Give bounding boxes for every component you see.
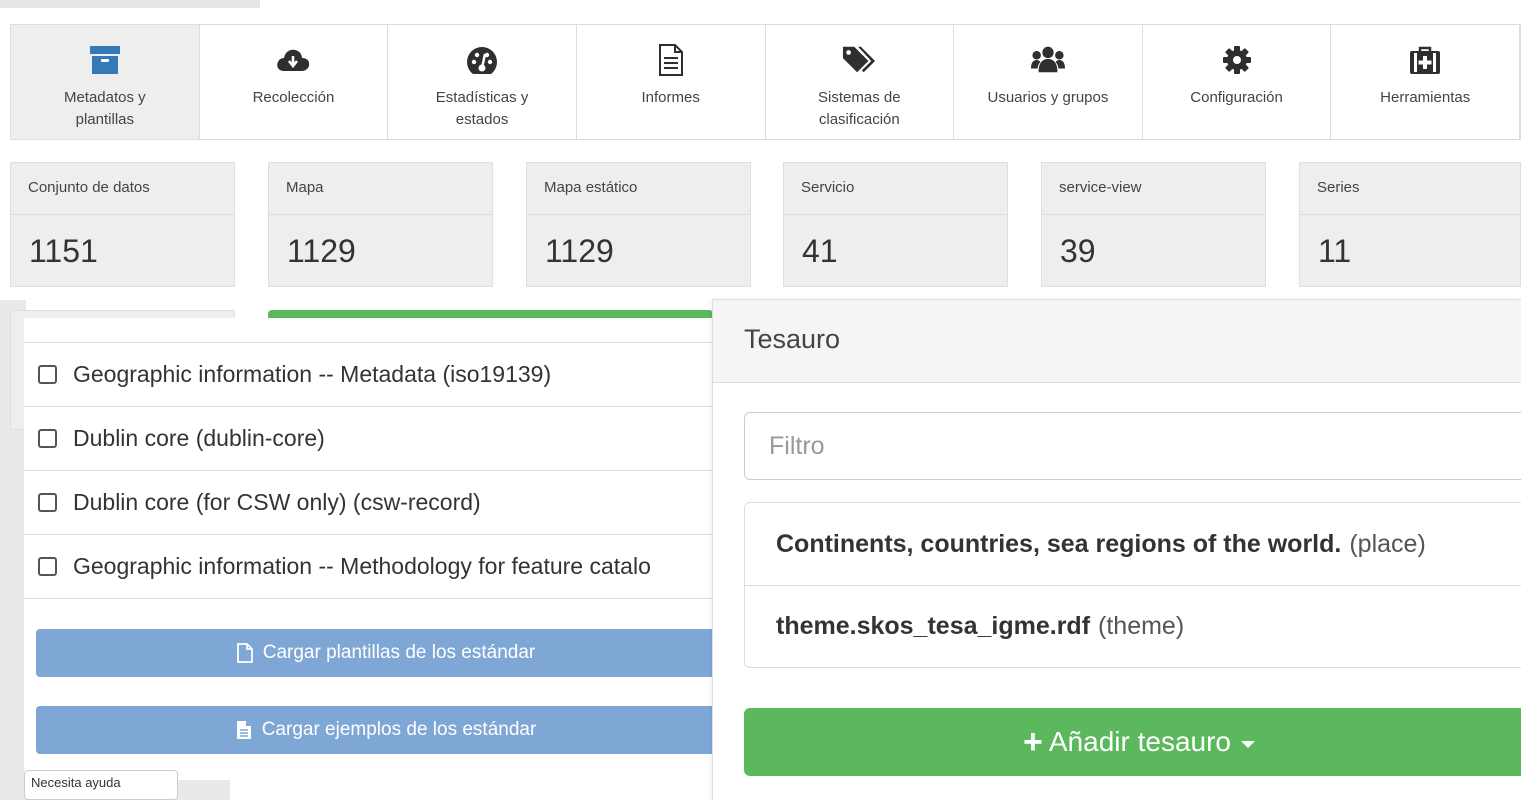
help-button[interactable]: Necesita ayuda (24, 770, 178, 800)
stat-value: 1151 (29, 233, 98, 269)
stat-label: Conjunto de datos (11, 163, 234, 215)
plus-icon: + (1023, 723, 1043, 761)
standard-checkbox[interactable] (38, 429, 57, 448)
thesaurus-list: Continents, countries, sea regions of th… (744, 502, 1521, 668)
stat-card-service[interactable]: Servicio 41 (783, 162, 1008, 287)
stat-label: service-view (1042, 163, 1265, 215)
stat-label: Servicio (784, 163, 1007, 215)
stat-value: 11 (1318, 233, 1352, 269)
nav-label: Usuarios y grupos (987, 89, 1109, 106)
nav-item-tools[interactable]: Herramientas (1331, 25, 1520, 139)
load-templates-button[interactable]: Cargar plantillas de los estándar (36, 629, 712, 677)
stat-value: 41 (802, 233, 838, 269)
load-templates-label: Cargar plantillas de los estándar (262, 642, 536, 663)
nav-item-harvesting[interactable]: Recolección (200, 25, 389, 139)
nav-item-settings[interactable]: Configuración (1143, 25, 1332, 139)
stat-label: Series (1300, 163, 1520, 215)
tags-icon (842, 43, 876, 77)
standard-item[interactable]: Geographic information -- Metadata (iso1… (24, 343, 712, 407)
standard-label: Dublin core (dublin-core) (73, 425, 325, 451)
load-examples-label: Cargar ejemplos de los estándar (261, 719, 537, 740)
file-icon (236, 720, 252, 740)
filter-input[interactable] (744, 412, 1521, 480)
standards-panel: Geographic information -- Metadata (iso1… (24, 318, 712, 780)
stat-card-series[interactable]: Series 11 (1299, 162, 1521, 287)
nav-label: Sistemas de clasificación (818, 89, 901, 128)
stat-card-map[interactable]: Mapa 1129 (268, 162, 493, 287)
standard-item[interactable]: Geographic information -- Methodology fo… (24, 535, 712, 599)
standard-label: Geographic information -- Metadata (iso1… (73, 361, 552, 387)
stat-card-dataset[interactable]: Conjunto de datos 1151 (10, 162, 235, 287)
stat-value: 1129 (287, 233, 356, 269)
load-examples-button[interactable]: Cargar ejemplos de los estándar (36, 706, 712, 754)
archive-icon (88, 43, 122, 77)
stat-label: Mapa estático (527, 163, 750, 215)
thesaurus-name: theme.skos_tesa_igme.rdf (776, 612, 1091, 640)
users-icon (1030, 43, 1065, 77)
add-thesaurus-label: Añadir tesauro (1048, 726, 1231, 757)
panel-title: Tesauro (713, 300, 1521, 383)
standard-checkbox[interactable] (38, 493, 57, 512)
nav-item-classification[interactable]: Sistemas de clasificación (766, 25, 955, 139)
nav-label: Recolección (252, 89, 335, 106)
nav-item-reports[interactable]: Informes (577, 25, 766, 139)
cloud-download-icon (276, 43, 310, 77)
stat-label: Mapa (269, 163, 492, 215)
thesaurus-item[interactable]: theme.skos_tesa_igme.rdf (theme) (745, 585, 1521, 667)
dashboard-icon (465, 43, 499, 77)
thesaurus-type: (place) (1349, 529, 1426, 558)
nav-item-users-groups[interactable]: Usuarios y grupos (954, 25, 1143, 139)
standard-item[interactable]: Dublin core (for CSW only) (csw-record) (24, 471, 712, 535)
add-thesaurus-button[interactable]: + Añadir tesauro (744, 708, 1521, 776)
stat-value: 1129 (545, 233, 614, 269)
standards-list: Geographic information -- Metadata (iso1… (24, 342, 712, 599)
nav-label: Estadísticas y estados (435, 89, 529, 128)
nav-label: Configuración (1190, 89, 1283, 106)
nav-label: Herramientas (1380, 89, 1471, 106)
thesaurus-name: Continents, countries, sea regions of th… (776, 529, 1342, 558)
caret-down-icon (1240, 740, 1255, 748)
thesaurus-type: (theme) (1098, 612, 1185, 640)
stat-card-static-map[interactable]: Mapa estático 1129 (526, 162, 751, 287)
file-outline-icon (236, 643, 253, 663)
standard-label: Dublin core (for CSW only) (csw-record) (73, 489, 481, 515)
standard-checkbox[interactable] (38, 365, 57, 384)
file-text-icon (654, 43, 688, 77)
gear-icon (1220, 43, 1254, 77)
stat-card-service-view[interactable]: service-view 39 (1041, 162, 1266, 287)
help-label: Necesita ayuda (31, 775, 121, 790)
thesaurus-item[interactable]: Continents, countries, sea regions of th… (745, 503, 1521, 585)
admin-nav: Metadatos y plantillas Recolección Estad… (10, 24, 1521, 140)
nav-item-metadata-templates[interactable]: Metadatos y plantillas (11, 25, 200, 139)
standard-label: Geographic information -- Methodology fo… (73, 553, 651, 579)
medkit-icon (1408, 43, 1442, 77)
nav-item-statistics[interactable]: Estadísticas y estados (388, 25, 577, 139)
thesaurus-panel: Tesauro Continents, countries, sea regio… (712, 299, 1521, 800)
nav-label: Informes (641, 89, 700, 106)
nav-label: Metadatos y plantillas (63, 89, 146, 128)
standard-checkbox[interactable] (38, 557, 57, 576)
background-shape (0, 0, 260, 8)
standard-item[interactable]: Dublin core (dublin-core) (24, 407, 712, 471)
stat-value: 39 (1060, 233, 1096, 269)
